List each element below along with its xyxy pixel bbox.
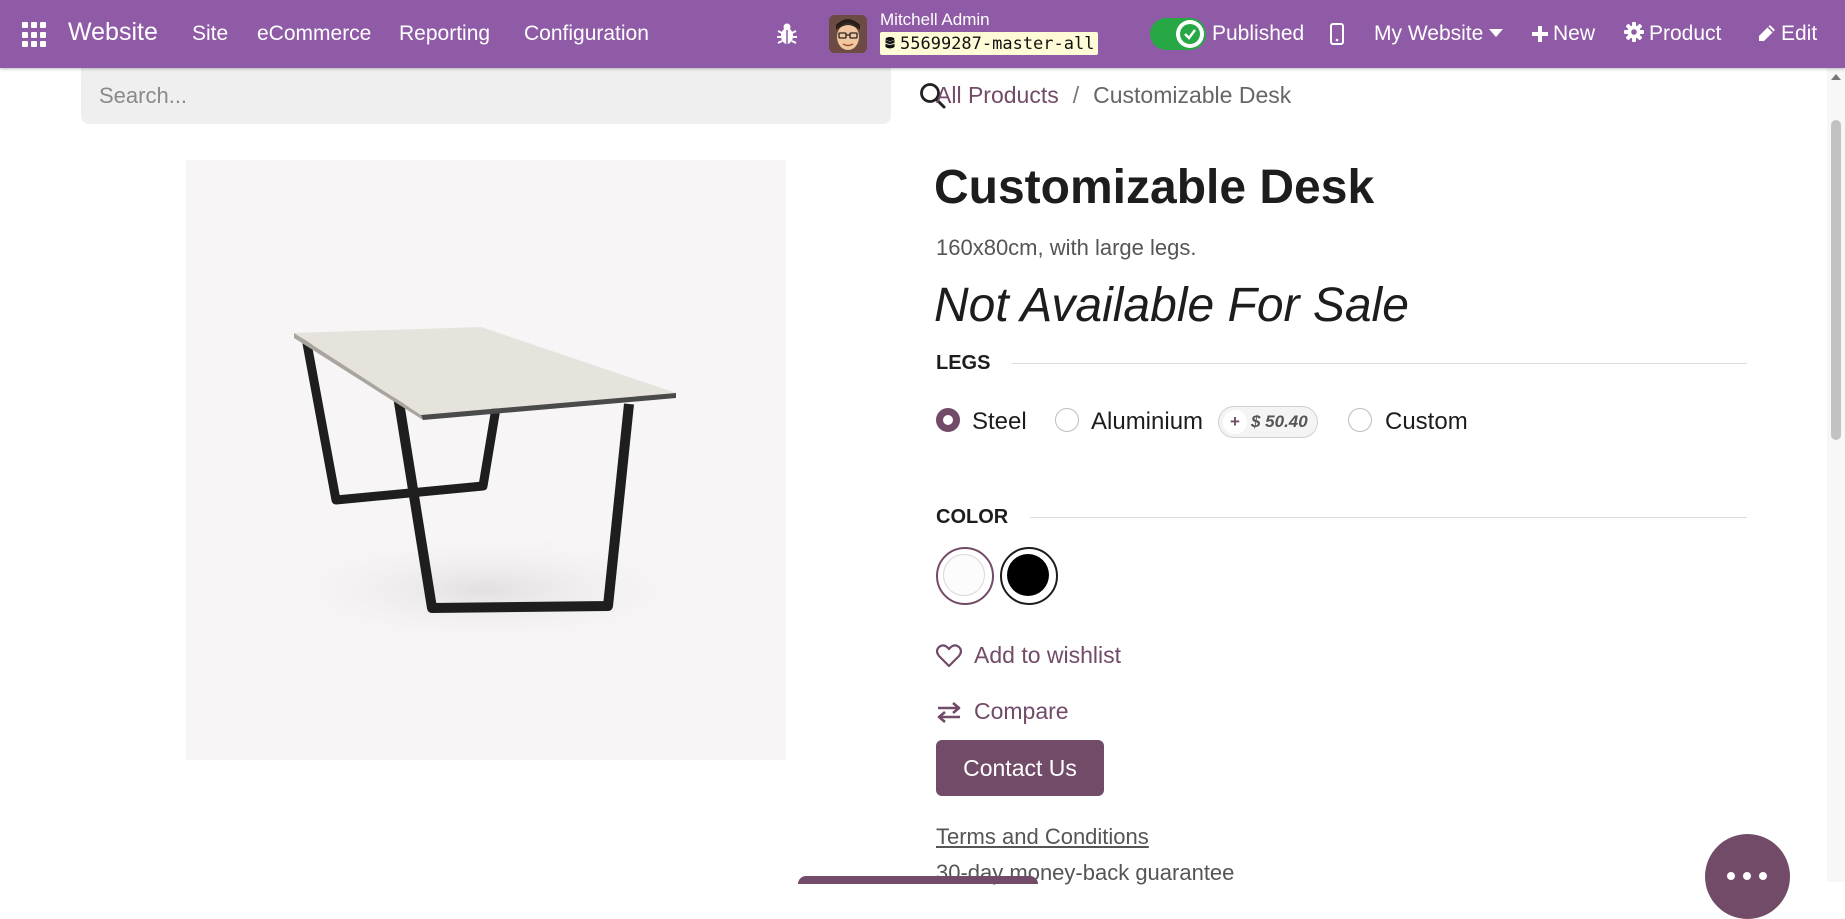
- product-description: 160x80cm, with large legs.: [936, 235, 1197, 260]
- product-image[interactable]: [186, 160, 786, 760]
- menu-ecommerce[interactable]: eCommerce: [257, 22, 371, 46]
- menu-reporting[interactable]: Reporting: [399, 22, 490, 46]
- color-divider: [1030, 517, 1747, 518]
- legs-aluminium-label[interactable]: Aluminium: [1091, 408, 1203, 436]
- breadcrumb-separator: /: [1072, 82, 1080, 108]
- caret-down-icon: [1489, 29, 1504, 37]
- scrollbar-thumb[interactable]: [1831, 120, 1841, 440]
- website-switcher-label: My Website: [1374, 22, 1484, 45]
- product-button[interactable]: Product: [1624, 22, 1721, 46]
- compare-label: Compare: [974, 698, 1069, 724]
- legs-aluminium-radio[interactable]: [1055, 408, 1079, 432]
- livechat-icon[interactable]: [1705, 834, 1790, 919]
- breadcrumb-current: Customizable Desk: [1093, 82, 1292, 108]
- database-name: 55699287-master-all: [900, 34, 1095, 54]
- page-scrollbar[interactable]: [1827, 68, 1845, 882]
- gear-icon: [1624, 22, 1644, 42]
- legs-steel-radio[interactable]: [936, 408, 960, 432]
- mobile-preview-icon[interactable]: [1330, 23, 1344, 45]
- apps-grid-icon[interactable]: [22, 22, 48, 48]
- color-attribute-label: COLOR: [936, 506, 1009, 528]
- legs-custom-radio[interactable]: [1348, 408, 1372, 432]
- app-name[interactable]: Website: [68, 18, 158, 47]
- scroll-up-arrow-icon[interactable]: [1831, 74, 1841, 80]
- bottom-popup-tab[interactable]: [798, 876, 1038, 884]
- breadcrumb-all-products[interactable]: All Products: [936, 82, 1059, 108]
- aluminium-extra-price-badge: + $ 50.40: [1218, 406, 1318, 438]
- product-title: Customizable Desk: [934, 161, 1375, 214]
- new-button[interactable]: New: [1532, 22, 1595, 46]
- search-input[interactable]: [99, 82, 799, 110]
- extra-price-plus: +: [1223, 410, 1247, 434]
- check-icon: [1180, 24, 1200, 44]
- color-swatch-black[interactable]: [1000, 547, 1058, 605]
- legs-custom-label[interactable]: Custom: [1385, 408, 1468, 436]
- plus-icon: [1532, 26, 1548, 42]
- database-badge: 55699287-master-all: [880, 32, 1099, 55]
- legs-steel-label[interactable]: Steel: [972, 408, 1027, 436]
- menu-site[interactable]: Site: [192, 22, 228, 46]
- heart-icon: [936, 644, 962, 668]
- published-label[interactable]: Published: [1212, 22, 1304, 46]
- top-navbar: Website Site eCommerce Reporting Configu…: [0, 0, 1845, 68]
- edit-button[interactable]: Edit: [1758, 22, 1817, 46]
- user-name[interactable]: Mitchell Admin: [880, 10, 990, 30]
- legs-divider: [1012, 363, 1747, 364]
- database-icon: [885, 37, 895, 49]
- extra-price-amount: $ 50.40: [1251, 412, 1308, 431]
- pencil-icon: [1759, 25, 1775, 41]
- menu-configuration[interactable]: Configuration: [524, 22, 649, 46]
- product-button-label: Product: [1649, 22, 1722, 45]
- legs-attribute-label: LEGS: [936, 352, 991, 374]
- edit-button-label: Edit: [1781, 22, 1818, 45]
- debug-bug-icon[interactable]: [776, 22, 798, 46]
- color-swatch-white[interactable]: [936, 547, 994, 605]
- new-button-label: New: [1553, 22, 1596, 45]
- website-switcher[interactable]: My Website: [1374, 22, 1504, 46]
- availability-status: Not Available For Sale: [934, 279, 1409, 332]
- exchange-arrows-icon: [937, 702, 961, 723]
- wishlist-label: Add to wishlist: [974, 642, 1122, 668]
- terms-and-conditions-link[interactable]: Terms and Conditions: [936, 824, 1149, 850]
- breadcrumb: All Products / Customizable Desk: [936, 82, 1291, 109]
- user-avatar[interactable]: [829, 15, 867, 53]
- product-search-bar: [81, 68, 946, 124]
- contact-us-button[interactable]: Contact Us: [936, 740, 1104, 796]
- publish-toggle[interactable]: [1150, 18, 1206, 50]
